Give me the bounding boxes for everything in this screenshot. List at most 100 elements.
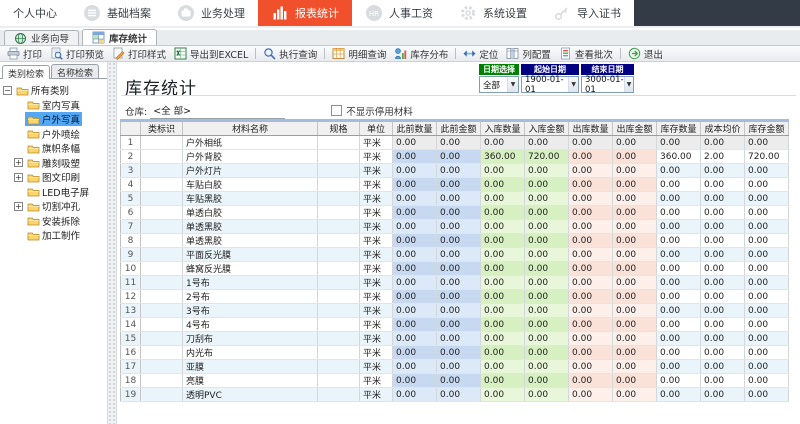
- table-cell[interactable]: 0.00: [745, 388, 789, 402]
- table-cell[interactable]: 0.00: [525, 276, 569, 290]
- table-cell[interactable]: 0.00: [745, 374, 789, 388]
- table-cell[interactable]: [141, 346, 183, 360]
- table-cell[interactable]: 0.00: [481, 136, 525, 150]
- column-header[interactable]: 规格: [318, 121, 360, 136]
- table-cell[interactable]: 0.00: [525, 234, 569, 248]
- table-cell[interactable]: [141, 374, 183, 388]
- table-cell[interactable]: 0.00: [481, 332, 525, 346]
- table-cell[interactable]: 0.00: [613, 346, 657, 360]
- table-cell[interactable]: 0.00: [745, 192, 789, 206]
- table-cell[interactable]: 平米: [360, 136, 393, 150]
- column-header[interactable]: 入库数量: [481, 121, 525, 136]
- table-cell[interactable]: [141, 192, 183, 206]
- table-cell[interactable]: 0.00: [437, 192, 481, 206]
- table-cell[interactable]: 户外相纸: [183, 136, 318, 150]
- table-cell[interactable]: 0.00: [437, 136, 481, 150]
- table-cell[interactable]: 平米: [360, 192, 393, 206]
- table-cell[interactable]: 0.00: [657, 220, 701, 234]
- menu-item-gear[interactable]: 系统设置: [446, 0, 540, 26]
- column-header[interactable]: 出库数量: [569, 121, 613, 136]
- table-cell[interactable]: 平米: [360, 346, 393, 360]
- table-cell[interactable]: 平米: [360, 332, 393, 346]
- table-cell[interactable]: 0.00: [393, 262, 437, 276]
- table-cell[interactable]: 0.00: [657, 164, 701, 178]
- table-cell[interactable]: 0.00: [437, 360, 481, 374]
- hide-disabled-checkbox[interactable]: [331, 105, 342, 116]
- table-cell[interactable]: 0.00: [613, 290, 657, 304]
- table-cell[interactable]: 0.00: [437, 346, 481, 360]
- table-cell[interactable]: 0.00: [481, 262, 525, 276]
- table-cell[interactable]: 0.00: [657, 276, 701, 290]
- table-cell[interactable]: 0.00: [569, 332, 613, 346]
- table-cell[interactable]: 0.00: [745, 206, 789, 220]
- table-cell[interactable]: 内光布: [183, 346, 318, 360]
- tree-item[interactable]: 户外写真: [0, 112, 107, 127]
- table-cell[interactable]: 0.00: [437, 234, 481, 248]
- table-cell[interactable]: 0.00: [393, 206, 437, 220]
- table-cell[interactable]: 0.00: [745, 178, 789, 192]
- table-cell[interactable]: 0.00: [745, 220, 789, 234]
- table-cell[interactable]: 0.00: [613, 150, 657, 164]
- table-cell[interactable]: 0.00: [393, 360, 437, 374]
- table-cell[interactable]: 0.00: [613, 136, 657, 150]
- table-cell[interactable]: [318, 178, 360, 192]
- table-cell[interactable]: 0.00: [569, 374, 613, 388]
- table-cell[interactable]: 0.00: [745, 248, 789, 262]
- row-number-cell[interactable]: 18: [121, 374, 141, 388]
- table-cell[interactable]: 0.00: [569, 248, 613, 262]
- table-cell[interactable]: 0.00: [701, 248, 745, 262]
- menu-item-archive[interactable]: 基础档案: [70, 0, 164, 26]
- table-cell[interactable]: 0.00: [613, 318, 657, 332]
- sidebar-tab[interactable]: 类别检索: [2, 65, 50, 79]
- table-cell[interactable]: 0.00: [745, 276, 789, 290]
- table-cell[interactable]: 0.00: [437, 290, 481, 304]
- column-header[interactable]: 入库金额: [525, 121, 569, 136]
- table-cell[interactable]: 0.00: [569, 164, 613, 178]
- table-cell[interactable]: 0.00: [657, 192, 701, 206]
- table-cell[interactable]: [318, 262, 360, 276]
- table-cell[interactable]: [141, 234, 183, 248]
- table-cell[interactable]: 平面反光膜: [183, 248, 318, 262]
- table-cell[interactable]: 0.00: [745, 164, 789, 178]
- table-cell[interactable]: 0.00: [481, 248, 525, 262]
- table-cell[interactable]: 0.00: [569, 206, 613, 220]
- table-cell[interactable]: 0.00: [437, 206, 481, 220]
- table-cell[interactable]: 0.00: [437, 276, 481, 290]
- table-cell[interactable]: 0.00: [701, 206, 745, 220]
- table-cell[interactable]: 0.00: [657, 234, 701, 248]
- table-cell[interactable]: 0.00: [437, 332, 481, 346]
- column-header[interactable]: 成本均价: [701, 121, 745, 136]
- column-header[interactable]: 单位: [360, 121, 393, 136]
- table-cell[interactable]: [141, 360, 183, 374]
- table-cell[interactable]: 0.00: [613, 220, 657, 234]
- table-cell[interactable]: 0.00: [701, 262, 745, 276]
- table-cell[interactable]: 平米: [360, 374, 393, 388]
- table-cell[interactable]: 0.00: [437, 318, 481, 332]
- row-number-cell[interactable]: 11: [121, 276, 141, 290]
- table-cell[interactable]: [141, 262, 183, 276]
- table-cell[interactable]: 0.00: [613, 206, 657, 220]
- table-cell[interactable]: 0.00: [569, 346, 613, 360]
- menu-item-key[interactable]: 导入证书: [540, 0, 634, 26]
- table-cell[interactable]: 0.00: [701, 178, 745, 192]
- column-header[interactable]: 库存数量: [657, 121, 701, 136]
- table-cell[interactable]: 0.00: [701, 276, 745, 290]
- row-number-cell[interactable]: 16: [121, 346, 141, 360]
- table-cell[interactable]: 0.00: [569, 388, 613, 402]
- table-cell[interactable]: [141, 290, 183, 304]
- table-cell[interactable]: 0.00: [393, 276, 437, 290]
- table-cell[interactable]: 0.00: [657, 178, 701, 192]
- table-cell[interactable]: 0.00: [701, 192, 745, 206]
- row-number-cell[interactable]: 9: [121, 248, 141, 262]
- expand-icon[interactable]: +: [14, 158, 23, 167]
- table-cell[interactable]: 0.00: [393, 136, 437, 150]
- table-cell[interactable]: 0.00: [569, 290, 613, 304]
- table-cell[interactable]: 刀刮布: [183, 332, 318, 346]
- table-cell[interactable]: 720.00: [525, 150, 569, 164]
- table-cell[interactable]: 平米: [360, 150, 393, 164]
- table-cell[interactable]: 0.00: [701, 164, 745, 178]
- table-cell[interactable]: 0.00: [525, 318, 569, 332]
- table-cell[interactable]: 0.00: [657, 290, 701, 304]
- column-header[interactable]: 库存金额: [745, 121, 789, 136]
- table-cell[interactable]: 0.00: [657, 136, 701, 150]
